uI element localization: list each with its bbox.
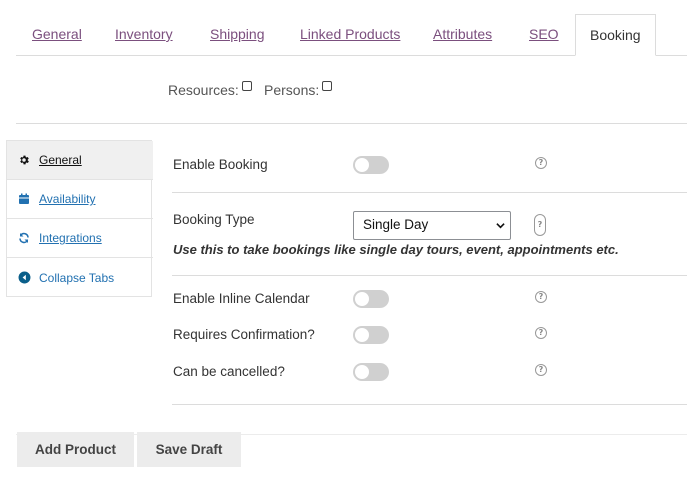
collapse-arrow-icon: [17, 271, 31, 285]
booking-type-selected-value: Single Day: [363, 217, 429, 232]
persons-label: Persons:: [264, 82, 320, 98]
resources-label: Resources:: [168, 82, 239, 98]
booking-sidebar: General Availability Integrations Collap…: [6, 140, 153, 297]
calendar-icon: [17, 192, 31, 206]
product-data-tabs: General Inventory Shipping Linked Produc…: [0, 0, 687, 56]
requires-confirmation-toggle[interactable]: [353, 326, 389, 344]
save-draft-button[interactable]: Save Draft: [137, 432, 241, 467]
sidebar-item-label: Integrations: [39, 231, 102, 245]
sidebar-item-general[interactable]: General: [7, 141, 153, 180]
persons-option: Persons:: [264, 81, 333, 98]
tab-booking[interactable]: Booking: [575, 14, 656, 56]
sidebar-item-integrations[interactable]: Integrations: [7, 219, 153, 258]
sidebar-item-label: Availability: [39, 192, 96, 206]
can-be-cancelled-label: Can be cancelled?: [173, 364, 285, 379]
sidebar-item-availability[interactable]: Availability: [7, 180, 153, 219]
sync-icon: [17, 231, 31, 245]
sidebar-item-label: General: [39, 153, 82, 167]
gear-icon: [17, 153, 31, 167]
resources-checkbox[interactable]: [241, 81, 252, 91]
resources-option: Resources:: [168, 81, 252, 98]
enable-booking-toggle[interactable]: [353, 156, 389, 174]
help-icon[interactable]: ?: [534, 214, 546, 236]
help-icon[interactable]: ?: [535, 291, 547, 303]
help-icon[interactable]: ?: [535, 364, 547, 376]
booking-type-label: Booking Type: [173, 212, 255, 227]
persons-checkbox[interactable]: [322, 81, 333, 91]
requires-confirmation-label: Requires Confirmation?: [173, 327, 315, 342]
tab-inventory[interactable]: Inventory: [115, 26, 173, 42]
tab-attributes[interactable]: Attributes: [433, 26, 492, 42]
inline-calendar-toggle[interactable]: [353, 290, 389, 308]
sidebar-item-label: Collapse Tabs: [39, 270, 115, 285]
sidebar-item-collapse-tabs[interactable]: Collapse Tabs: [7, 258, 153, 297]
add-product-button[interactable]: Add Product: [17, 432, 134, 467]
tab-seo[interactable]: SEO: [529, 26, 559, 42]
tab-shipping[interactable]: Shipping: [210, 26, 265, 42]
tab-linked-products[interactable]: Linked Products: [300, 26, 400, 42]
section-divider: [172, 404, 687, 405]
section-divider: [172, 275, 687, 276]
options-divider: [16, 123, 687, 124]
booking-type-select[interactable]: Single Day: [353, 211, 511, 240]
chevron-down-icon: [496, 223, 505, 229]
help-icon[interactable]: ?: [535, 327, 547, 339]
enable-booking-label: Enable Booking: [173, 157, 268, 172]
booking-type-description: Use this to take bookings like single da…: [173, 242, 619, 257]
help-icon[interactable]: ?: [535, 157, 547, 169]
tab-general[interactable]: General: [32, 26, 82, 42]
section-divider: [172, 192, 687, 193]
can-be-cancelled-toggle[interactable]: [353, 363, 389, 381]
inline-calendar-label: Enable Inline Calendar: [173, 291, 310, 306]
